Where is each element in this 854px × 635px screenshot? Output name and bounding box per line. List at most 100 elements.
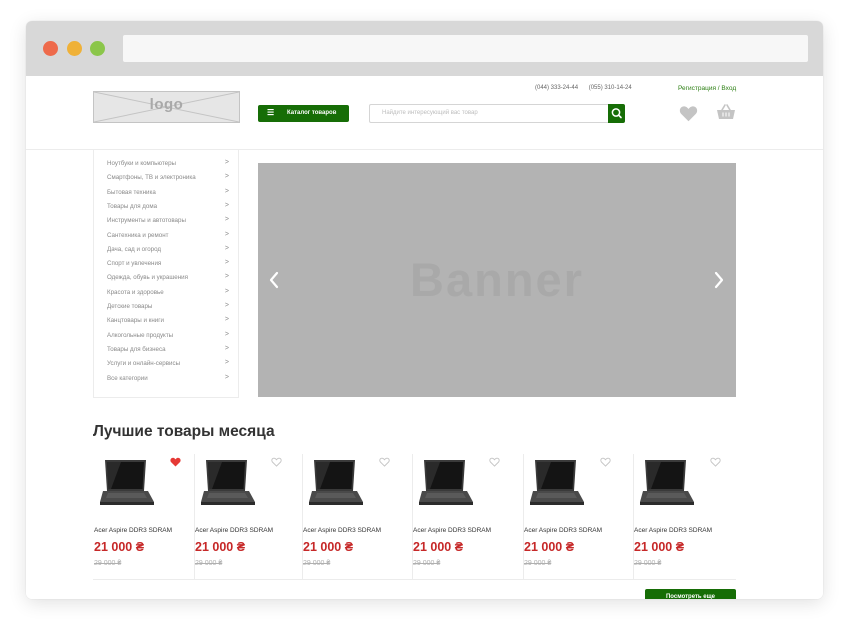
logo[interactable]: logo xyxy=(93,91,240,123)
laptop-image xyxy=(100,460,154,505)
product-price: 21 000 ₴ xyxy=(413,540,464,554)
product-price: 21 000 ₴ xyxy=(94,540,145,554)
product-name[interactable]: Acer Aspire DDR3 SDRAM xyxy=(413,527,491,534)
auth-link[interactable]: Регистрация / Вход xyxy=(678,85,736,92)
chevron-right-icon: > xyxy=(224,344,229,352)
category-item[interactable]: Детские товары > xyxy=(107,302,232,310)
category-item[interactable]: Ноутбуки и компьютеры > xyxy=(107,159,232,167)
heart-icon[interactable] xyxy=(379,457,390,467)
phones: (044) 333-24-44 (055) 310-14-24 xyxy=(535,85,641,91)
product-card[interactable]: Acer Aspire DDR3 SDRAM 21 000 ₴ 29 000 ₴ xyxy=(194,454,304,579)
category-item[interactable]: Бытовая техника > xyxy=(107,187,232,196)
banner-text: Banner xyxy=(410,253,584,306)
category-item[interactable]: Товары для бизнеса > xyxy=(107,344,232,353)
chevron-right-icon: > xyxy=(224,359,229,367)
category-item[interactable]: Сантехника и ремонт > xyxy=(107,230,232,239)
laptop-image xyxy=(530,460,584,505)
product-card[interactable]: Acer Aspire DDR3 SDRAM 21 000 ₴ 29 000 ₴ xyxy=(412,454,522,579)
show-more-button[interactable]: Посмотреть еще xyxy=(645,589,736,599)
chevron-right-icon: > xyxy=(224,173,229,181)
laptop-image xyxy=(419,460,473,505)
catalog-button[interactable]: ☰ Каталог товаров xyxy=(258,105,349,122)
chevron-right-icon: > xyxy=(224,316,229,324)
section-title: Лучшие товары месяца xyxy=(93,423,275,440)
heart-icon[interactable] xyxy=(170,457,181,467)
chevron-right-icon: > xyxy=(224,273,229,281)
category-item[interactable]: Все категории > xyxy=(107,373,232,382)
search-input[interactable]: Найдите интересующий вас товар xyxy=(369,104,609,123)
phone-1: (044) 333-24-44 xyxy=(535,85,579,91)
phone-2: (055) 310-14-24 xyxy=(588,85,632,91)
basket-icon xyxy=(717,104,735,119)
category-item[interactable]: Красота и здоровье > xyxy=(107,287,232,296)
category-item[interactable]: Услуги и онлайн-сервисы > xyxy=(107,359,232,367)
address-bar[interactable] xyxy=(123,35,808,62)
chevron-right-icon: > xyxy=(224,373,229,381)
product-old-price: 29 000 ₴ xyxy=(413,560,441,567)
category-item[interactable]: Дача, сад и огород > xyxy=(107,244,232,253)
product-card[interactable]: Acer Aspire DDR3 SDRAM 21 000 ₴ 29 000 ₴ xyxy=(93,454,203,579)
chevron-right-icon: > xyxy=(224,159,229,166)
banner[interactable]: Banner xyxy=(258,163,736,397)
product-old-price: 29 000 ₴ xyxy=(195,560,223,567)
product-old-price: 29 000 ₴ xyxy=(303,560,331,567)
category-item[interactable]: Одежда, обувь и украшения > xyxy=(107,273,232,281)
chevron-right-icon: > xyxy=(224,244,229,252)
laptop-image xyxy=(201,460,255,505)
product-name[interactable]: Acer Aspire DDR3 SDRAM xyxy=(524,527,602,534)
catalog-button-label: Каталог товаров xyxy=(287,110,337,116)
search-button[interactable] xyxy=(608,104,625,123)
chevron-right-icon: > xyxy=(224,216,229,224)
cart-button[interactable] xyxy=(716,103,736,126)
product-name[interactable]: Acer Aspire DDR3 SDRAM xyxy=(195,527,273,534)
category-sidebar: Ноутбуки и компьютеры > Смартфоны, ТВ и э… xyxy=(93,150,239,398)
product-card[interactable]: Acer Aspire DDR3 SDRAM 21 000 ₴ 29 000 ₴ xyxy=(633,454,743,579)
category-item[interactable]: Смартфоны, ТВ и электроника > xyxy=(107,173,232,181)
product-old-price: 29 000 ₴ xyxy=(94,560,122,567)
page: logo (044) 333-24-44 (055) 310-14-24 Рег… xyxy=(26,76,823,599)
category-item[interactable]: Канцтовары и книги > xyxy=(107,316,232,324)
heart-icon[interactable] xyxy=(600,457,611,467)
logo-text: logo xyxy=(149,96,184,113)
product-card[interactable]: Acer Aspire DDR3 SDRAM 21 000 ₴ 29 000 ₴ xyxy=(523,454,633,579)
chevron-right-icon: > xyxy=(224,259,229,267)
browser-window: logo (044) 333-24-44 (055) 310-14-24 Рег… xyxy=(26,21,823,599)
chevron-right-icon: > xyxy=(224,330,229,338)
window-titlebar xyxy=(26,21,823,76)
product-name[interactable]: Acer Aspire DDR3 SDRAM xyxy=(634,527,712,534)
chevron-right-icon: > xyxy=(224,201,229,209)
search-icon xyxy=(611,108,622,119)
category-item[interactable]: Спорт и увлечения > xyxy=(107,259,232,267)
close-window-button[interactable] xyxy=(43,41,58,56)
product-name[interactable]: Acer Aspire DDR3 SDRAM xyxy=(303,527,381,534)
category-item[interactable]: Инструменты и автотовары > xyxy=(107,216,232,224)
maximize-window-button[interactable] xyxy=(90,41,105,56)
chevron-right-icon[interactable] xyxy=(711,269,727,291)
heart-icon[interactable] xyxy=(489,457,500,467)
category-item[interactable]: Алкогольные продукты > xyxy=(107,330,232,339)
laptop-image xyxy=(640,460,694,505)
favorites-button[interactable] xyxy=(679,105,698,127)
product-price: 21 000 ₴ xyxy=(524,540,575,554)
heart-icon[interactable] xyxy=(710,457,721,467)
product-old-price: 29 000 ₴ xyxy=(524,560,552,567)
category-item[interactable]: Товары для дома > xyxy=(107,201,232,210)
minimize-window-button[interactable] xyxy=(67,41,82,56)
product-old-price: 29 000 ₴ xyxy=(634,560,662,567)
chevron-left-icon[interactable] xyxy=(266,269,282,291)
product-price: 21 000 ₴ xyxy=(195,540,246,554)
chevron-right-icon: > xyxy=(224,230,229,238)
products-divider xyxy=(93,579,736,580)
list-icon: ☰ xyxy=(267,108,275,117)
product-name[interactable]: Acer Aspire DDR3 SDRAM xyxy=(94,527,172,534)
product-price: 21 000 ₴ xyxy=(303,540,354,554)
product-price: 21 000 ₴ xyxy=(634,540,685,554)
heart-icon xyxy=(679,106,698,122)
chevron-right-icon: > xyxy=(224,187,229,195)
heart-icon[interactable] xyxy=(271,457,282,467)
chevron-right-icon: > xyxy=(224,302,229,309)
chevron-right-icon: > xyxy=(224,287,229,295)
search-placeholder: Найдите интересующий вас товар xyxy=(382,110,478,116)
laptop-image xyxy=(309,460,363,505)
product-card[interactable]: Acer Aspire DDR3 SDRAM 21 000 ₴ 29 000 ₴ xyxy=(302,454,412,579)
